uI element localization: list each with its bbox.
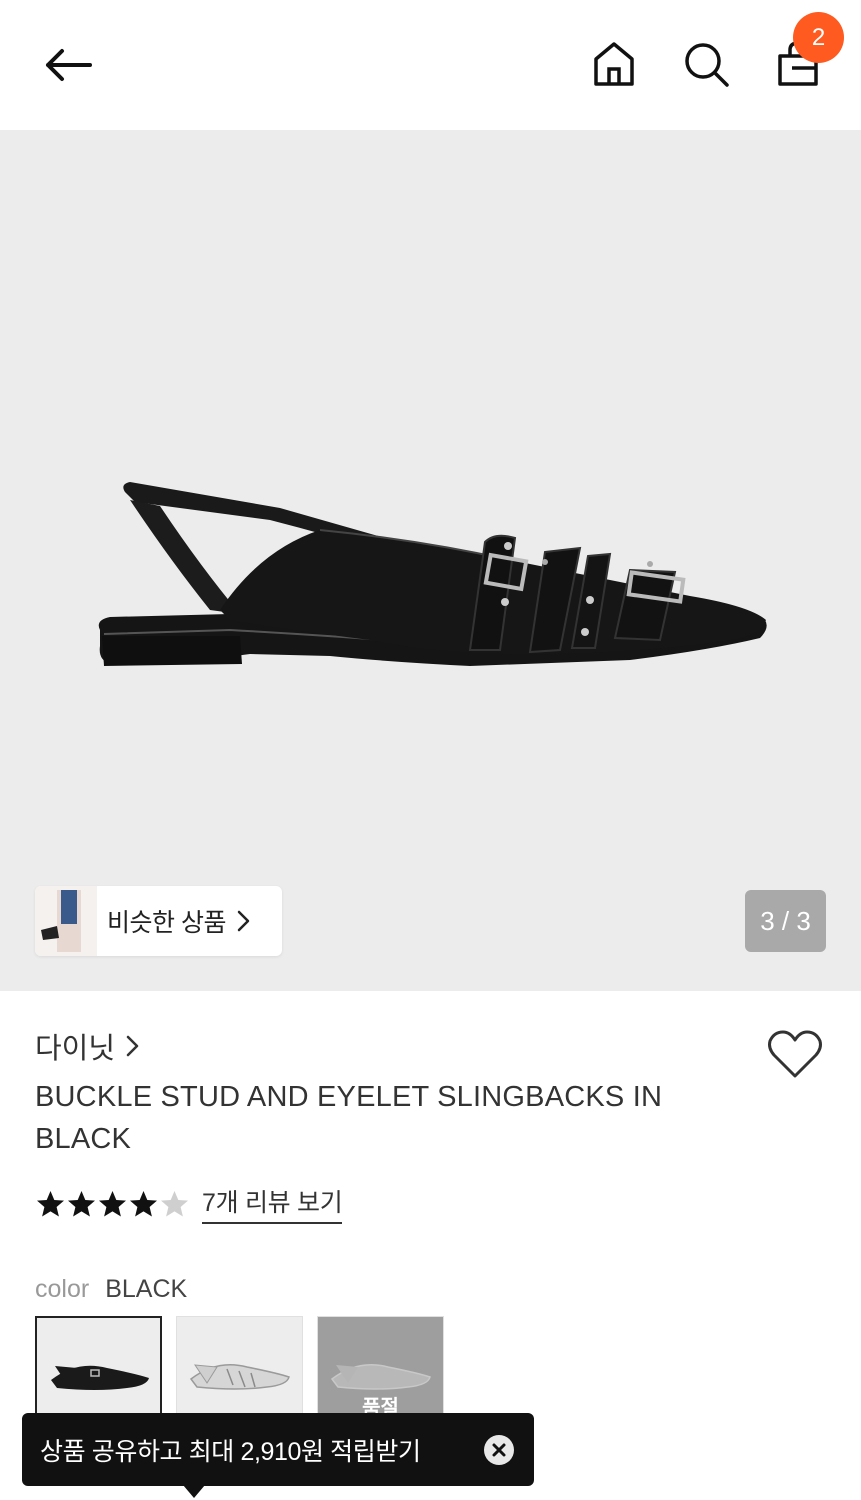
review-link[interactable]: 7개 리뷰 보기 (202, 1183, 343, 1224)
similar-product-thumbnail (35, 886, 97, 956)
swatch-white-soldout[interactable]: 품절 (317, 1316, 444, 1426)
toast-pointer (183, 1485, 205, 1498)
close-icon (492, 1443, 506, 1457)
home-button[interactable] (588, 38, 640, 90)
color-label: color (35, 1275, 90, 1303)
similar-products-label: 비슷한 상품 (107, 909, 226, 937)
toast-message: 상품 공유하고 최대 2,910원 적립받기 (40, 1437, 421, 1466)
back-button[interactable] (40, 40, 100, 90)
search-button[interactable] (680, 38, 732, 90)
share-reward-toast[interactable]: 상품 공유하고 최대 2,910원 적립받기 (22, 1413, 534, 1486)
chevron-right-icon (236, 908, 252, 934)
star-filled-icon (130, 1190, 157, 1216)
star-filled-icon (37, 1190, 64, 1216)
toast-close-button[interactable] (484, 1435, 514, 1465)
chevron-right-icon (125, 1033, 141, 1059)
swatch-silver[interactable] (176, 1316, 303, 1426)
color-selector-label: color BLACK (35, 1275, 187, 1304)
rating-stars (35, 1189, 190, 1219)
similar-products-button[interactable]: 비슷한 상품 (35, 886, 282, 956)
wishlist-button[interactable] (766, 1029, 824, 1081)
product-image (98, 482, 767, 666)
search-icon (685, 43, 729, 87)
swatch-silver-image (189, 1364, 290, 1390)
top-navigation-bar: 2 (0, 0, 861, 130)
heart-icon (768, 1030, 822, 1078)
selected-color: BLACK (105, 1275, 188, 1303)
arrow-left-icon (46, 49, 92, 81)
color-swatches: 품절 (35, 1316, 458, 1426)
image-page-counter: 3 / 3 (745, 890, 826, 952)
product-image-gallery[interactable]: 비슷한 상품 3 / 3 (0, 130, 861, 991)
swatch-black-image (51, 1365, 149, 1390)
rating-row: 7개 리뷰 보기 (35, 1183, 343, 1224)
home-icon (594, 42, 634, 86)
star-empty-icon (161, 1190, 188, 1216)
star-filled-icon (68, 1190, 95, 1216)
product-title: BUCKLE STUD AND EYELET SLINGBACKS IN BLA… (35, 1081, 663, 1155)
brand-name: 다이닛 (35, 1033, 116, 1065)
brand-link[interactable]: 다이닛 (35, 1025, 141, 1067)
swatch-black[interactable] (35, 1316, 162, 1426)
cart-count-badge: 2 (793, 12, 844, 63)
star-filled-icon (99, 1190, 126, 1216)
